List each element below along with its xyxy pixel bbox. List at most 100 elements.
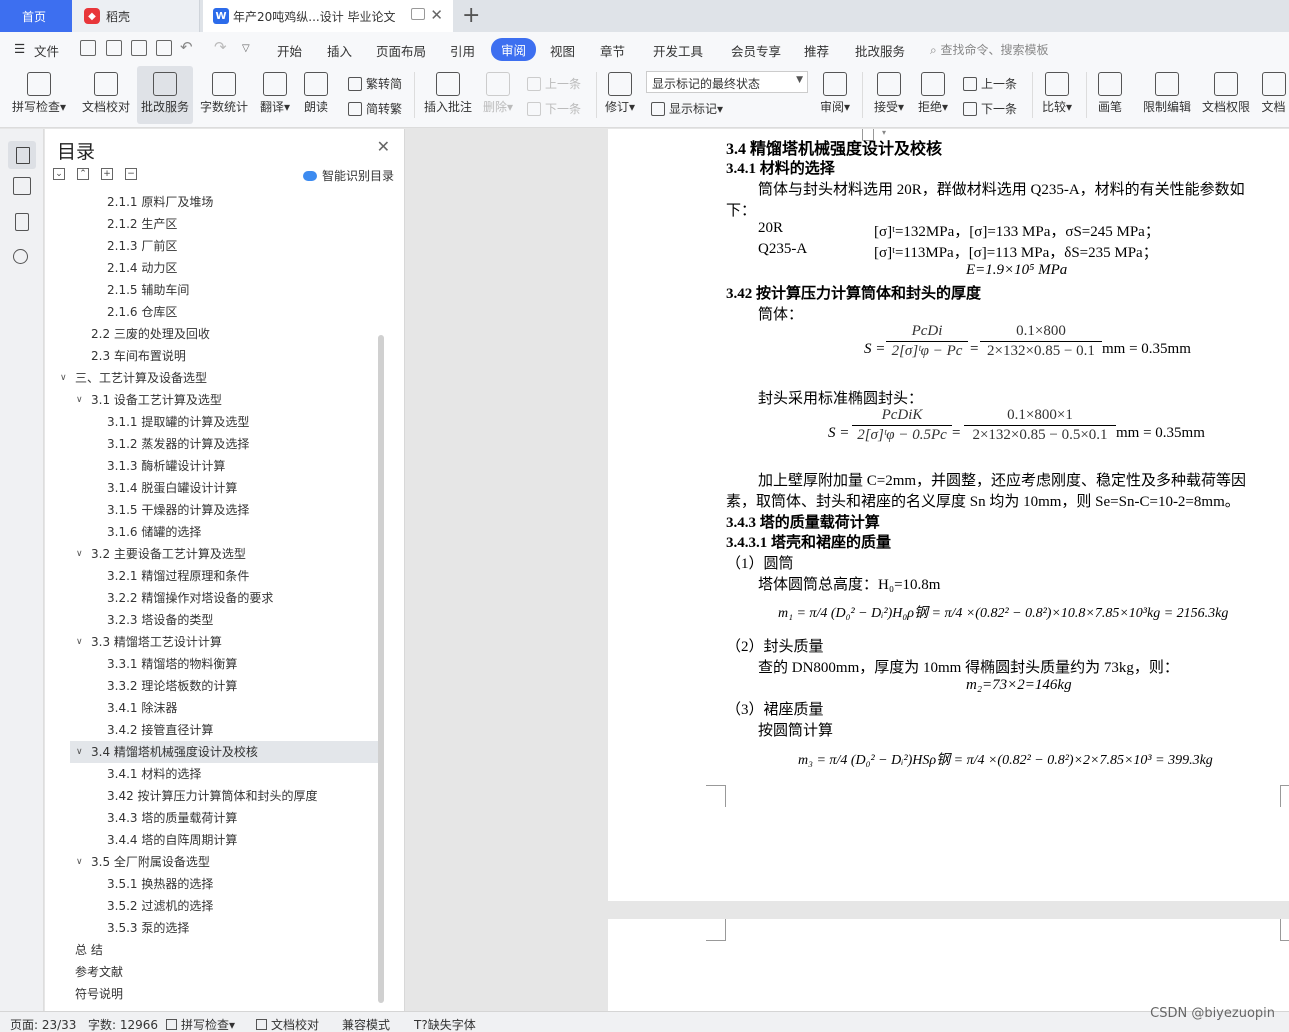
toc-item[interactable]: 2.1.6 仓库区 [45,301,379,323]
document-area[interactable]: ▾ 3.4 精馏塔机械强度设计及校核 3.4.1 材料的选择 筒体与封头材料选用… [406,129,1289,1011]
simp-to-trad-button[interactable]: 简转繁 [348,100,402,117]
doc-check-button[interactable]: 文档校对 [78,66,134,124]
toc-item[interactable]: 3.5.3 泵的选择 [45,917,379,939]
save-icon[interactable] [80,40,96,56]
toc-item[interactable]: 2.1.2 生产区 [45,213,379,235]
toc-item[interactable]: 3.1.1 提取罐的计算及选型 [45,411,379,433]
toc-item[interactable]: ∨ 3.5 全厂附属设备选型 [45,851,379,873]
compare-button[interactable]: 比较▾ [1038,66,1076,124]
spell-check-button[interactable]: 拼写检查▾ [8,66,70,124]
chevron-down-icon[interactable]: ∨ [76,543,83,565]
tab-home[interactable]: 首页 [0,0,72,32]
tab-document[interactable]: W 年产20吨鸡纵...设计 毕业论文 ✕ [203,0,453,32]
toc-item[interactable]: 3.1.4 脱蛋白罐设计计算 [45,477,379,499]
menu-reference[interactable]: 引用 [450,41,475,60]
chevron-down-icon[interactable]: ∨ [76,851,83,873]
accept-button[interactable]: 接受▾ [870,66,908,124]
toc-item[interactable]: 3.2.2 精馏操作对塔设备的要求 [45,587,379,609]
toc-item[interactable]: 总 结 [45,939,379,961]
menu-dev-tools[interactable]: 开发工具 [653,41,703,60]
delete-comment-button[interactable]: 删除▾ [479,66,517,124]
undo-icon[interactable]: ↶ [180,38,193,56]
smart-toc-button[interactable]: 智能识别目录 [302,167,394,184]
more-quick-icon[interactable]: ▽ [242,43,250,54]
insert-comment-button[interactable]: 插入批注 [421,66,475,124]
toc-item[interactable]: 2.2 三废的处理及回收 [45,323,379,345]
toc-item[interactable]: 3.1.3 酶析罐设计计算 [45,455,379,477]
toc-item[interactable]: 3.3.2 理论塔板数的计算 [45,675,379,697]
print-icon[interactable] [131,40,147,56]
menu-start[interactable]: 开始 [277,41,302,60]
toc-item[interactable]: 3.4.2 接管直径计算 [45,719,379,741]
toc-item[interactable]: 3.4.1 材料的选择 [45,763,379,785]
remove-level-icon[interactable]: − [125,168,137,180]
toc-item[interactable]: 符号说明 [45,983,379,1005]
reject-button[interactable]: 拒绝▾ [914,66,952,124]
menu-correction[interactable]: 批改服务 [855,41,905,60]
toc-item[interactable]: ∨ 3.3 精馏塔工艺设计计算 [45,631,379,653]
print-preview-icon[interactable] [156,40,172,56]
document-page-next[interactable] [608,919,1289,1011]
expand-up-icon[interactable]: ⌃ [77,168,89,180]
menu-view[interactable]: 视图 [550,41,575,60]
toc-item[interactable]: 3.2.1 精馏过程原理和条件 [45,565,379,587]
bookmark-icon[interactable] [15,213,29,231]
toc-item[interactable]: 3.4.1 除沫器 [45,697,379,719]
toc-item[interactable]: 2.1.3 厂前区 [45,235,379,257]
toc-item[interactable]: 3.5.2 过滤机的选择 [45,895,379,917]
toc-icon[interactable] [8,141,36,169]
toc-item[interactable]: 3.3.1 精馏塔的物料衡算 [45,653,379,675]
proofread-status[interactable]: 文档校对 [256,1016,319,1032]
toc-item[interactable]: 2.1.5 辅助车间 [45,279,379,301]
toc-item[interactable]: 3.1.2 蒸发器的计算及选择 [45,433,379,455]
chevron-down-icon[interactable]: ∨ [76,631,83,653]
toc-scrollbar[interactable] [378,335,384,1003]
close-tab-icon[interactable]: ✕ [430,6,443,24]
prev-comment-button[interactable]: 上一条 [527,75,581,92]
translate-button[interactable]: 翻译▾ [256,66,294,124]
toc-item[interactable]: 3.4.3 塔的质量载荷计算 [45,807,379,829]
tab-daoke[interactable]: ◆ 稻壳 [72,0,200,32]
show-markup-button[interactable]: 显示标记 ▾ [651,100,723,117]
search-icon[interactable] [13,249,28,264]
toc-item[interactable]: ∨ 3.2 主要设备工艺计算及选型 [45,543,379,565]
toc-item[interactable]: 3.2.3 塔设备的类型 [45,609,379,631]
toc-item[interactable]: ∨ 3.4 精馏塔机械强度设计及校核 [70,741,379,763]
prev-change-button[interactable]: 上一条 [963,75,1017,92]
next-comment-button[interactable]: 下一条 [527,100,581,117]
review-pane-button[interactable]: 审阅▾ [816,66,854,124]
toc-item[interactable]: ∨ 3.1 设备工艺计算及选型 [45,389,379,411]
doc-permission-button[interactable]: 文档权限 [1199,66,1253,124]
page-indicator[interactable]: 页面: 23/33 [10,1016,76,1032]
chevron-down-icon[interactable]: ∨ [76,389,83,411]
menu-page-layout[interactable]: 页面布局 [376,41,426,60]
word-count-button[interactable]: 字数统计 [197,66,251,124]
menu-icon[interactable]: ☰ [14,41,25,56]
menu-recommend[interactable]: 推荐 [804,41,829,60]
menu-member[interactable]: 会员专享 [731,41,781,60]
read-aloud-button[interactable]: 朗读 [298,66,334,124]
document-page[interactable]: ▾ 3.4 精馏塔机械强度设计及校核 3.4.1 材料的选择 筒体与封头材料选用… [608,129,1289,901]
pen-button[interactable]: 画笔 [1092,66,1128,124]
toc-item[interactable]: 3.1.6 储罐的选择 [45,521,379,543]
markup-state-select[interactable]: 显示标记的最终状态 ▼ [646,71,808,93]
doc-more-button[interactable]: 文档 [1258,66,1289,124]
toc-item[interactable]: ∨ 三、工艺计算及设备选型 [45,367,379,389]
close-icon[interactable]: ✕ [377,137,390,156]
revise-button[interactable]: 修订▾ [601,66,639,124]
toc-item[interactable]: 3.42 按计算压力计算筒体和封头的厚度 [45,785,379,807]
menu-file[interactable]: 文件 [34,41,59,60]
collapse-all-icon[interactable]: ⌄ [53,168,65,180]
next-change-button[interactable]: 下一条 [963,100,1017,117]
menu-insert[interactable]: 插入 [327,41,352,60]
command-search[interactable]: ⌕ 查找命令、搜索模板 [930,41,1049,58]
chevron-down-icon[interactable]: ∨ [60,367,67,389]
new-tab-button[interactable]: + [462,3,480,28]
export-pdf-icon[interactable] [106,40,122,56]
trad-to-simp-button[interactable]: 繁转简 [348,75,402,92]
correction-service-button[interactable]: 批改服务 [137,66,193,124]
menu-review[interactable]: 审阅 [491,38,537,61]
spell-check-status[interactable]: 拼写检查 ▾ [166,1016,235,1032]
restrict-edit-button[interactable]: 限制编辑 [1140,66,1194,124]
chevron-down-icon[interactable]: ∨ [76,741,83,763]
